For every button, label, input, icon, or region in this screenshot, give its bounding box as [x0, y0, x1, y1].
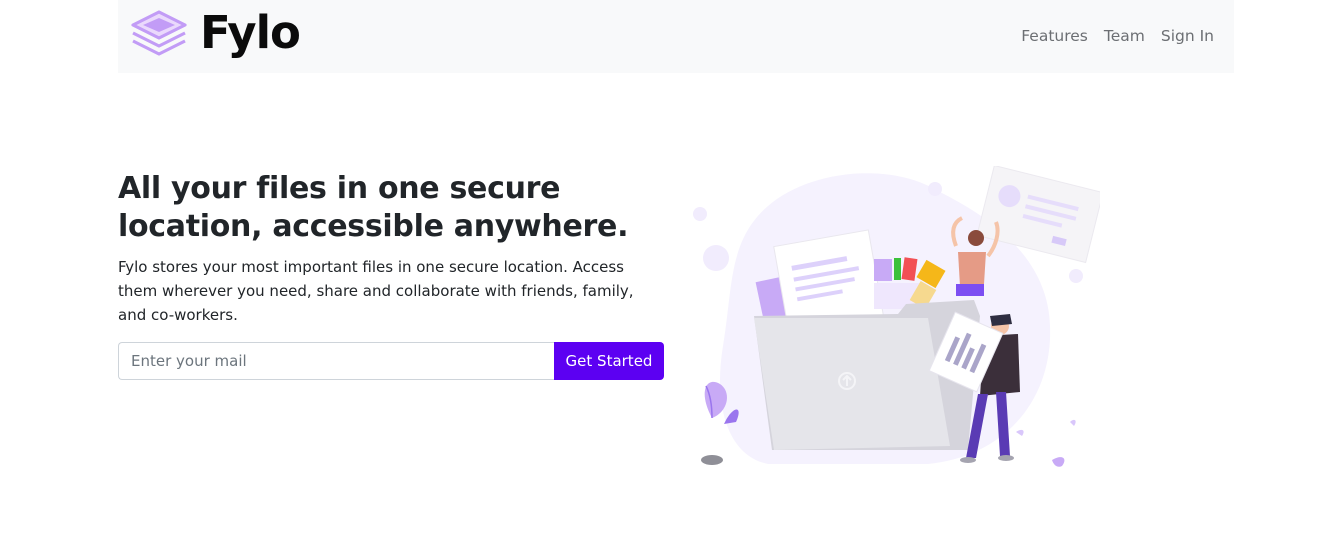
- nav-links: Features Team Sign In: [1005, 24, 1214, 48]
- email-input[interactable]: [118, 342, 554, 380]
- brand-name: Fylo: [200, 6, 301, 59]
- file-sharing-illustration: [693, 166, 1100, 467]
- hero-description: Fylo stores your most important files in…: [118, 258, 634, 324]
- signup-form: Get Started: [118, 342, 664, 380]
- nav-link-sign-in[interactable]: Sign In: [1161, 24, 1214, 48]
- nav-link-team[interactable]: Team: [1104, 24, 1145, 48]
- navbar: Fylo Features Team Sign In: [118, 0, 1234, 73]
- get-started-button[interactable]: Get Started: [554, 342, 664, 380]
- stacked-layers-icon: [131, 10, 187, 56]
- nav-link-features[interactable]: Features: [1021, 24, 1088, 48]
- hero-title: All your files in one secure location, a…: [118, 171, 629, 244]
- brand-link[interactable]: Fylo: [130, 6, 301, 59]
